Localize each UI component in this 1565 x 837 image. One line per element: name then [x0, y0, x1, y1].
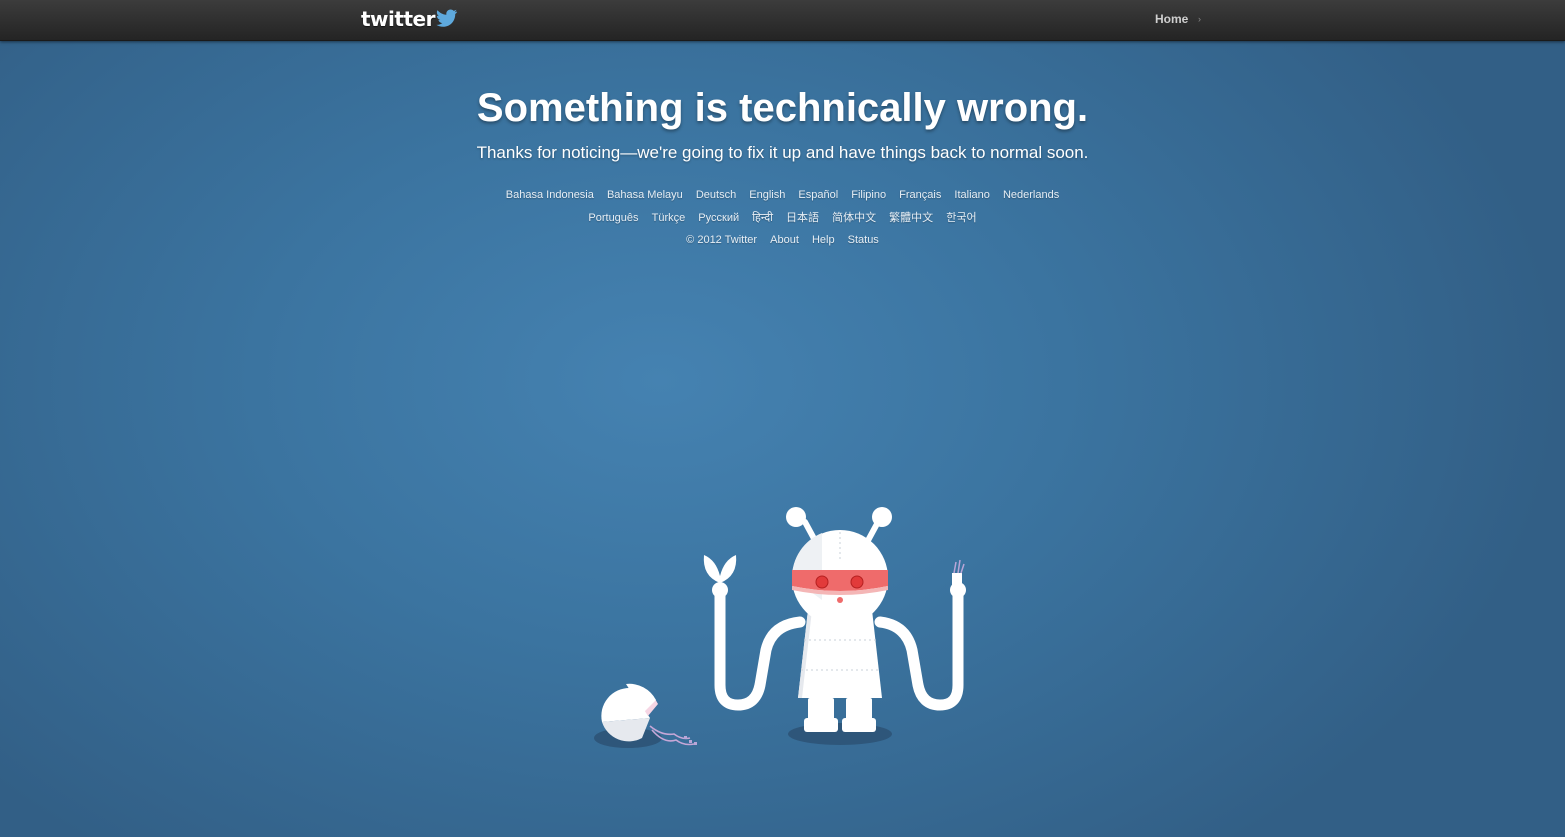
footer: © 2012 Twitter About Help Status [0, 234, 1565, 246]
language-link-filipino[interactable]: Filipino [851, 189, 886, 201]
page-title: Something is technically wrong. [476, 86, 1089, 130]
language-link-deutsch[interactable]: Deutsch [696, 189, 736, 201]
language-link-turkce[interactable]: Türkçe [652, 212, 686, 224]
top-navigation-bar: twitter Home › [0, 0, 1565, 41]
twitter-bird-icon [436, 9, 457, 27]
language-link-hindi[interactable]: हिन्दी [752, 212, 773, 224]
language-link-bahasa-indonesia[interactable]: Bahasa Indonesia [506, 189, 594, 201]
language-link-francais[interactable]: Français [899, 189, 941, 201]
language-link-bahasa-melayu[interactable]: Bahasa Melayu [607, 189, 683, 201]
language-link-portugues[interactable]: Português [588, 212, 638, 224]
copyright-text: © 2012 Twitter [686, 234, 758, 246]
language-list-row-1: Bahasa Indonesia Bahasa Melayu Deutsch E… [0, 189, 1565, 201]
about-link[interactable]: About [770, 234, 799, 246]
language-link-nederlands[interactable]: Nederlands [1003, 189, 1059, 201]
language-link-simplified-chinese[interactable]: 简体中文 [832, 212, 876, 224]
status-link[interactable]: Status [848, 234, 879, 246]
chevron-right-icon: › [1198, 14, 1201, 24]
language-link-english[interactable]: English [749, 189, 785, 201]
language-link-russian[interactable]: Русский [698, 212, 739, 224]
page-subtitle: Thanks for noticing—we're going to fix i… [476, 143, 1089, 162]
language-list-row-2: Português Türkçe Русский हिन्दी 日本語 简体中文… [0, 209, 1565, 225]
language-link-korean[interactable]: 한국어 [946, 212, 976, 224]
home-link[interactable]: Home [1155, 12, 1188, 26]
language-link-espanol[interactable]: Español [798, 189, 838, 201]
language-link-traditional-chinese[interactable]: 繁體中文 [889, 212, 933, 224]
twitter-logo-text: twitter [361, 7, 435, 31]
help-link[interactable]: Help [812, 234, 835, 246]
twitter-logo-link[interactable]: twitter [361, 6, 458, 32]
broken-robot-illustration [594, 507, 966, 748]
language-link-italiano[interactable]: Italiano [954, 189, 989, 201]
language-link-japanese[interactable]: 日本語 [786, 212, 819, 224]
